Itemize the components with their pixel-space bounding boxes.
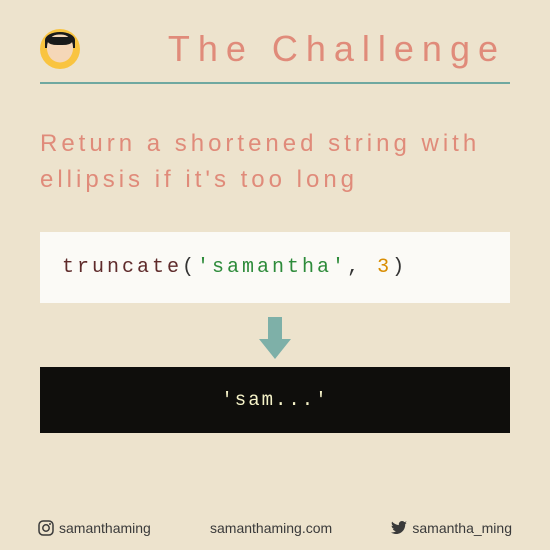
code-arg-number: 3: [377, 256, 392, 279]
challenge-description: Return a shortened string with ellipsis …: [40, 126, 510, 198]
code-close-paren: ): [392, 256, 407, 279]
code-output-block: 'sam...': [40, 367, 510, 433]
instagram-text: samanthaming: [59, 520, 151, 536]
website-link: samanthaming.com: [210, 520, 332, 536]
page-title: The Challenge: [110, 28, 510, 70]
code-function-name: truncate: [62, 256, 182, 279]
code-open-paren: (: [182, 256, 197, 279]
website-text: samanthaming.com: [210, 520, 332, 536]
header: The Challenge: [40, 28, 510, 84]
instagram-icon: [38, 520, 54, 536]
footer: samanthaming samanthaming.com samantha_m…: [38, 520, 512, 536]
arrow-down-icon: [257, 317, 293, 361]
arrow-container: [40, 317, 510, 361]
twitter-handle: samantha_ming: [391, 520, 512, 536]
code-comma: ,: [347, 256, 377, 279]
code-arg-string: 'samantha': [197, 256, 347, 279]
avatar: [40, 29, 80, 69]
twitter-text: samantha_ming: [412, 520, 512, 536]
code-input-block: truncate('samantha', 3): [40, 232, 510, 303]
instagram-handle: samanthaming: [38, 520, 151, 536]
twitter-icon: [391, 521, 407, 535]
output-text: 'sam...': [221, 389, 328, 411]
